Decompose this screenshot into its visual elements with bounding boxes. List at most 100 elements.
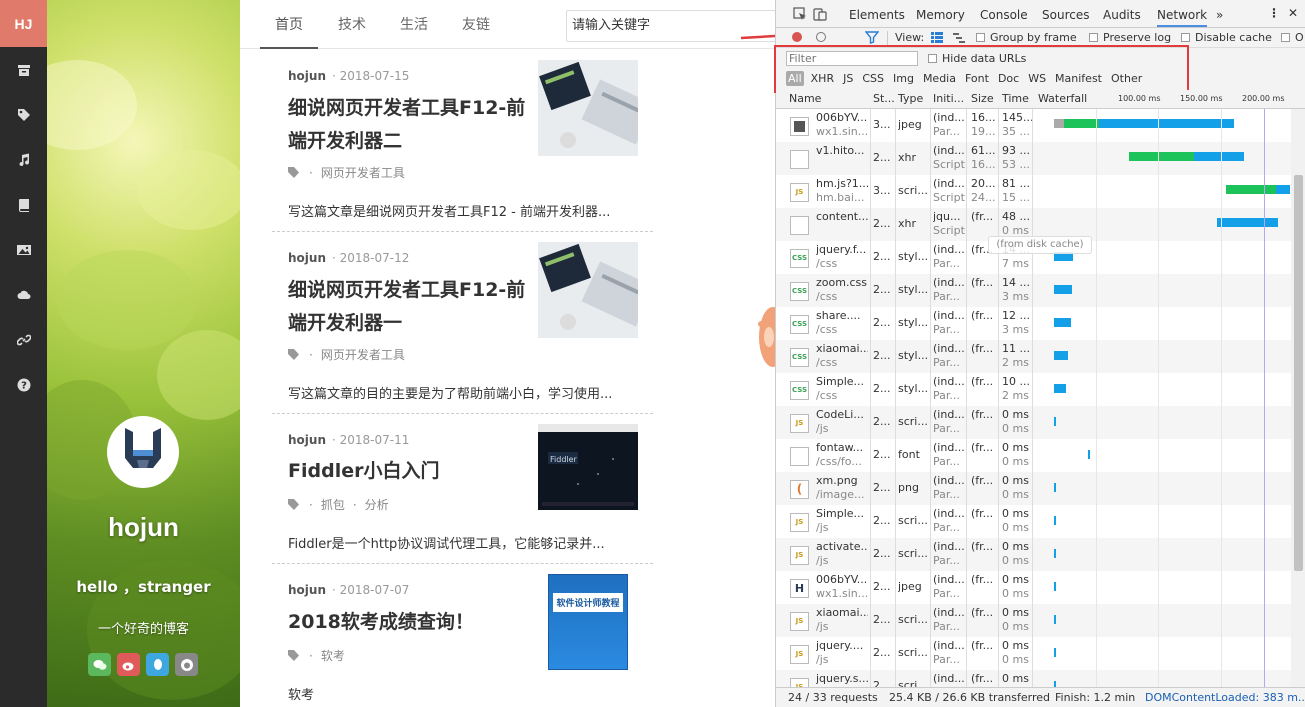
request-row[interactable]: 006bYV... wx1.sin... 3... jpeg (ind... Par...… — [776, 109, 1291, 142]
request-row[interactable]: H 006bYV... wx1.sin... 2... jpeg (ind... Par..… — [776, 571, 1291, 604]
request-row[interactable]: JS xiaomai.../js 2... scri... (ind... Par... (… — [776, 604, 1291, 637]
col-status[interactable]: St... — [873, 92, 895, 105]
preserve-log-label: Preserve log — [1103, 31, 1172, 44]
post-item[interactable]: hojun · 2018-07-07 2018软考成绩查询！ · 软考 软考 软件设… — [272, 574, 653, 707]
post-author[interactable]: hojun — [288, 251, 326, 265]
post-title[interactable]: 细说网页开发者工具F12-前端开发利器二 — [288, 92, 528, 158]
post-item[interactable]: hojun · 2018-07-12 细说网页开发者工具F12-前端开发利器一 ·… — [272, 242, 653, 414]
request-time: 0 ms — [1002, 474, 1029, 487]
request-type: styl... — [898, 250, 929, 263]
request-row[interactable]: v1.hito... 2... xhr (ind... Script 61... 16...… — [776, 142, 1291, 175]
preserve-log-checkbox[interactable]: Preserve log — [1089, 31, 1171, 44]
post-author[interactable]: hojun — [288, 583, 326, 597]
post-tag[interactable]: 网页开发者工具 — [321, 346, 405, 363]
request-row[interactable]: fontaw.../css/fo... 2... font (ind... Par...… — [776, 439, 1291, 472]
request-row[interactable]: CSS zoom.css/css 2... styl... (ind... Par... (… — [776, 274, 1291, 307]
request-row[interactable]: JS jquery.s... 2... scri... (ind... (fr... 0 m… — [776, 670, 1291, 687]
devtools-tab-audits[interactable]: Audits — [1103, 8, 1141, 22]
col-type[interactable]: Type — [898, 92, 923, 105]
post-thumbnail[interactable]: Fiddler — [538, 424, 638, 510]
image-icon[interactable] — [0, 227, 47, 272]
col-initiator[interactable]: Initi... — [933, 92, 964, 105]
request-row[interactable]: (xm.png/image... 2... png (ind... Par... (fr.… — [776, 472, 1291, 505]
post-tag[interactable]: 分析 — [365, 496, 389, 513]
disable-cache-checkbox[interactable]: Disable cache — [1181, 31, 1272, 44]
filter-icon[interactable] — [865, 30, 879, 44]
request-row[interactable]: JS jquery..../js 2... scri... (ind... Par... (… — [776, 637, 1291, 670]
resource-type-icon: CSS — [790, 282, 809, 301]
devtools-tab-memory[interactable]: Memory — [916, 8, 965, 22]
wechat-icon[interactable] — [88, 653, 111, 676]
post-title[interactable]: Fiddler小白入门 — [288, 455, 528, 488]
mascot-icon[interactable] — [755, 302, 777, 372]
qq-icon[interactable] — [146, 653, 169, 676]
post-item[interactable]: hojun · 2018-07-11 Fiddler小白入门 · 抓包 · 分析 Fid… — [272, 424, 653, 564]
inspect-element-icon[interactable] — [793, 7, 807, 21]
request-row[interactable]: CSS share..../css 2... styl... (ind... Par...… — [776, 307, 1291, 340]
help-icon[interactable]: ? — [0, 362, 47, 407]
post-thumbnail[interactable]: 软件设计师教程 — [548, 574, 628, 670]
avatar[interactable] — [107, 416, 179, 488]
post-thumbnail[interactable] — [538, 242, 638, 338]
waterfall-bar — [1054, 417, 1056, 426]
col-time[interactable]: Time — [1002, 92, 1029, 105]
post-thumbnail[interactable] — [538, 60, 638, 156]
group-by-frame-checkbox[interactable]: Group by frame — [976, 31, 1077, 44]
request-type: styl... — [898, 382, 929, 395]
tab-friend-links[interactable]: 友链 — [447, 0, 505, 49]
github-icon[interactable] — [175, 653, 198, 676]
large-rows-icon[interactable] — [931, 32, 943, 43]
request-type: jpeg — [898, 118, 922, 131]
record-icon[interactable] — [792, 32, 802, 42]
devtools-tab-elements[interactable]: Elements — [849, 8, 905, 22]
post-title[interactable]: 细说网页开发者工具F12-前端开发利器一 — [288, 274, 528, 340]
devtools-tab-sources[interactable]: Sources — [1042, 8, 1089, 22]
clear-icon[interactable] — [816, 32, 826, 42]
request-status: 2... — [873, 547, 891, 560]
request-row[interactable]: CSS Simple.../css 2... styl... (ind... Par...… — [776, 373, 1291, 406]
weibo-icon[interactable] — [117, 653, 140, 676]
request-list: 006bYV... wx1.sin... 3... jpeg (ind... Par...… — [776, 109, 1291, 687]
book-icon[interactable] — [0, 182, 47, 227]
request-initiator: (ind... — [933, 540, 965, 553]
devtools-tab-console[interactable]: Console — [980, 8, 1028, 22]
request-row[interactable]: JS CodeLi.../js 2... scri... (ind... Par... (f… — [776, 406, 1291, 439]
post-item[interactable]: hojun · 2018-07-15 细说网页开发者工具F12-前端开发利器二 ·… — [272, 60, 653, 232]
overview-icon[interactable] — [953, 32, 965, 43]
site-logo[interactable]: HJ — [0, 0, 47, 47]
cloud-icon[interactable] — [0, 272, 47, 317]
col-waterfall[interactable]: Waterfall — [1038, 92, 1087, 105]
profile-motto: 一个好奇的博客 — [97, 622, 189, 637]
post-title[interactable]: 2018软考成绩查询！ — [288, 606, 528, 639]
archive-icon[interactable] — [0, 47, 47, 92]
tab-life[interactable]: 生活 — [385, 0, 443, 49]
request-row[interactable]: JS activate.../js 2... scri... (ind... Par...… — [776, 538, 1291, 571]
devtools-tab-network[interactable]: Network — [1157, 8, 1208, 27]
tag-icon[interactable] — [0, 92, 47, 137]
scrollbar-thumb[interactable] — [1294, 175, 1303, 571]
col-name[interactable]: Name — [789, 92, 821, 105]
request-row[interactable]: JS Simple.../js 2... scri... (ind... Par... (f… — [776, 505, 1291, 538]
request-row[interactable]: JS hm.js?1... hm.bai... 3... scri... (ind... S… — [776, 175, 1291, 208]
col-size[interactable]: Size — [971, 92, 994, 105]
post-author[interactable]: hojun — [288, 69, 326, 83]
post-tag[interactable]: 网页开发者工具 — [321, 164, 405, 181]
tab-home[interactable]: 首页 — [260, 0, 318, 49]
request-row[interactable]: CSS xiaomai.../css 2... styl... (ind... Par..… — [776, 340, 1291, 373]
post-author[interactable]: hojun — [288, 433, 326, 447]
request-name-secondary: /css — [816, 356, 838, 369]
request-list-scrollbar[interactable] — [1291, 109, 1305, 687]
device-toolbar-icon[interactable] — [813, 7, 827, 21]
post-tag[interactable]: 软考 — [321, 647, 345, 664]
close-devtools-icon[interactable]: ✕ — [1288, 6, 1298, 20]
tab-tech[interactable]: 技术 — [323, 0, 381, 49]
music-icon[interactable] — [0, 137, 47, 182]
offline-checkbox[interactable]: O — [1281, 31, 1304, 44]
waterfall-bar — [1054, 582, 1056, 591]
devtools-menu-icon[interactable]: ⋮ — [1268, 6, 1280, 20]
resource-type-icon: CSS — [790, 348, 809, 367]
link-icon[interactable] — [0, 317, 47, 362]
post-tag[interactable]: 抓包 — [321, 496, 345, 513]
more-tabs-icon[interactable]: » — [1216, 8, 1223, 22]
request-type: xhr — [898, 151, 917, 164]
